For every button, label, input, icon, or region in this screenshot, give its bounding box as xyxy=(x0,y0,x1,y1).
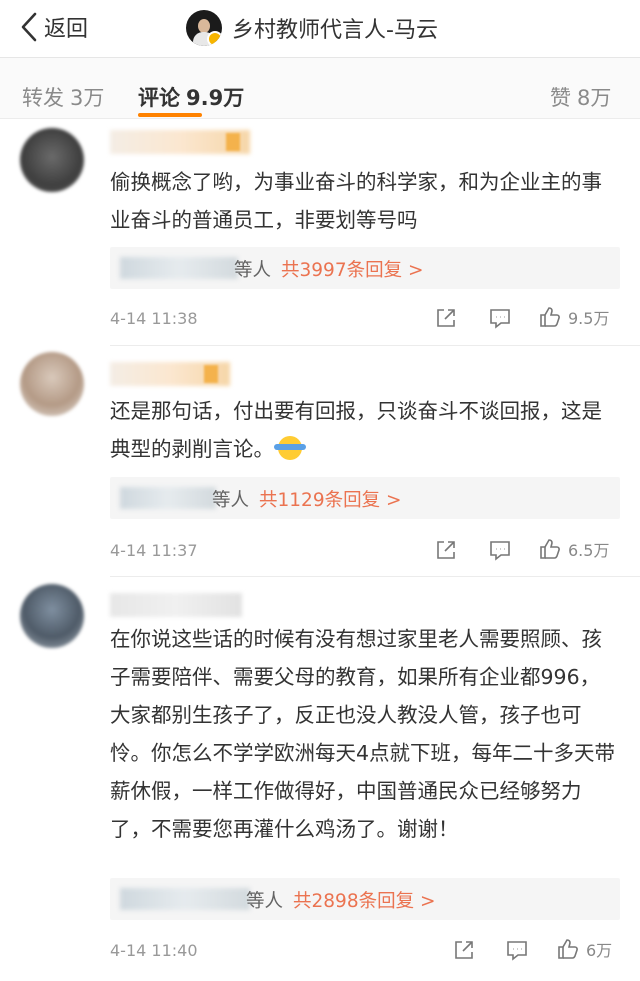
share-button[interactable] xyxy=(452,938,476,962)
like-count: 6.5万 xyxy=(568,541,610,560)
reply-summary-text: 等人 共3997条回复 > xyxy=(234,256,423,282)
share-button[interactable] xyxy=(434,306,458,330)
reply-usernames-blurred xyxy=(120,487,216,509)
like-button[interactable]: 9.5万 xyxy=(538,305,609,329)
back-chevron-icon xyxy=(21,12,37,42)
comment-text-body: 还是那句话，付出要有回报，只谈奋斗不谈回报，这是典型的剥削言论。 xyxy=(110,399,602,461)
divider xyxy=(110,345,640,346)
reply-summary[interactable]: 等人 共2898条回复 > xyxy=(110,878,620,920)
comment-icon xyxy=(490,309,510,329)
like-icon xyxy=(540,307,560,327)
username-blurred[interactable] xyxy=(110,593,242,617)
reply-who: 等人 xyxy=(212,490,250,511)
top-navigation-bar: 返回 乡村教师代言人-马云 xyxy=(0,0,640,58)
avatar[interactable] xyxy=(20,584,84,648)
like-count: 9.5万 xyxy=(568,309,610,328)
avatar[interactable] xyxy=(20,352,84,416)
comment-button[interactable] xyxy=(488,306,512,330)
divider xyxy=(0,118,640,119)
share-button[interactable] xyxy=(434,538,458,562)
tab-comment-label: 评论 xyxy=(138,86,180,110)
comment-icon xyxy=(507,941,527,961)
share-icon xyxy=(437,309,455,327)
verified-badge-icon xyxy=(207,31,222,46)
like-icon xyxy=(540,539,560,559)
comment-icon xyxy=(490,541,510,561)
tab-repost-count: 3万 xyxy=(70,86,105,110)
active-tab-indicator xyxy=(138,113,202,117)
tab-like-label: 赞 xyxy=(550,86,571,110)
like-count: 6万 xyxy=(586,941,613,960)
tab-bar: 转发 3万 评论 9.9万 赞 8万 xyxy=(0,58,640,118)
comment-button[interactable] xyxy=(505,938,529,962)
tab-comment[interactable]: 评论 9.9万 xyxy=(138,82,244,112)
reply-count-link[interactable]: 共2898条回复 > xyxy=(293,891,435,912)
reply-usernames-blurred xyxy=(120,257,238,279)
reply-summary[interactable]: 等人 共1129条回复 > xyxy=(110,477,620,519)
like-icon xyxy=(558,939,578,959)
like-button[interactable]: 6万 xyxy=(556,937,612,961)
user-badge-icon xyxy=(204,365,218,383)
reply-who: 等人 xyxy=(234,260,272,281)
tab-comment-count: 9.9万 xyxy=(186,86,245,110)
divider xyxy=(110,576,640,577)
back-label: 返回 xyxy=(44,17,89,42)
reply-summary-text: 等人 共1129条回复 > xyxy=(212,486,401,512)
comment-time: 4-14 11:40 xyxy=(110,941,198,960)
like-button[interactable]: 6.5万 xyxy=(538,537,609,561)
back-button[interactable]: 返回 xyxy=(20,10,88,44)
reply-summary[interactable]: 等人 共3997条回复 > xyxy=(110,247,620,289)
reply-count-link[interactable]: 共3997条回复 > xyxy=(281,260,423,281)
comment-time: 4-14 11:37 xyxy=(110,541,198,560)
comment-text: 在你说这些话的时候有没有想过家里老人需要照顾、孩子需要陪伴、需要父母的教育，如果… xyxy=(110,627,616,841)
reply-usernames-blurred xyxy=(120,888,250,910)
avatar[interactable] xyxy=(20,128,84,192)
tab-repost[interactable]: 转发 3万 xyxy=(22,82,104,112)
comment-time: 4-14 11:38 xyxy=(110,309,198,328)
comment-text: 还是那句话，付出要有回报，只谈奋斗不谈回报，这是典型的剥削言论。 xyxy=(110,392,620,468)
comment-button[interactable] xyxy=(488,538,512,562)
user-badge-icon xyxy=(226,133,240,151)
tab-repost-label: 转发 xyxy=(22,86,64,110)
reply-count-link[interactable]: 共1129条回复 > xyxy=(259,490,401,511)
page-title[interactable]: 乡村教师代言人-马云 xyxy=(232,12,438,44)
comment-text: 偷换概念了哟，为事业奋斗的科学家，和为企业主的事业奋斗的普通员工，非要划等号吗 xyxy=(110,170,602,232)
share-icon xyxy=(437,541,455,559)
author-avatar[interactable] xyxy=(186,10,222,46)
share-icon xyxy=(455,941,473,959)
reply-summary-text: 等人 共2898条回复 > xyxy=(246,887,435,913)
tab-like-count: 8万 xyxy=(577,86,612,110)
tab-like[interactable]: 赞 8万 xyxy=(550,82,611,112)
reply-who: 等人 xyxy=(246,891,284,912)
shrug-emoji-icon xyxy=(274,436,306,460)
